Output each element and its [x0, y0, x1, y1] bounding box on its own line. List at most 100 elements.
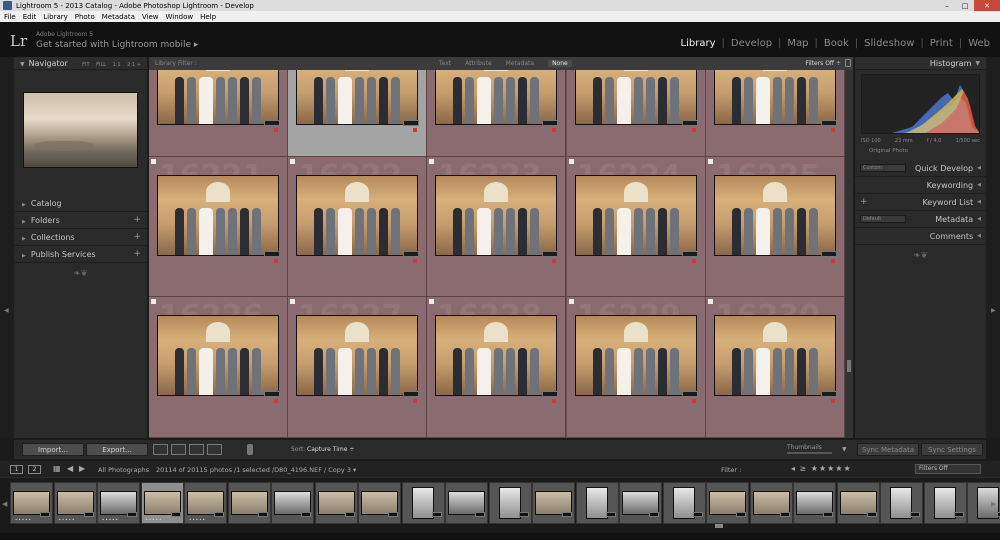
export-button[interactable]: Export... [86, 443, 148, 456]
menu-view[interactable]: View [142, 13, 159, 21]
menu-file[interactable]: File [4, 13, 16, 21]
module-map[interactable]: Map [787, 38, 808, 49]
filmstrip-thumbnail[interactable] [749, 482, 793, 524]
panel-folders[interactable]: ▶ Folders + [14, 212, 147, 229]
grid-cell[interactable]: 16226 [149, 297, 288, 438]
pick-flag-icon[interactable] [429, 159, 435, 164]
pick-flag-icon[interactable] [151, 159, 156, 164]
filmstrip-thumbnail[interactable] [271, 482, 314, 524]
zoom-fit[interactable]: FIT [82, 62, 89, 68]
loupe-view-icon[interactable] [171, 444, 186, 455]
forward-arrow-icon[interactable]: ▶ [79, 464, 85, 473]
color-label-icon[interactable] [274, 259, 278, 263]
color-label-icon[interactable] [413, 259, 418, 263]
pick-flag-icon[interactable] [151, 299, 156, 304]
filter-attribute[interactable]: Attribute [465, 60, 492, 67]
filmstrip-scroll-thumb[interactable] [715, 524, 723, 528]
menu-window[interactable]: Window [166, 13, 194, 21]
thumbnail-image[interactable] [296, 70, 419, 125]
minimize-button[interactable]: – [938, 0, 956, 11]
mobile-promo-link[interactable]: Get started with Lightroom mobile ▸ [36, 40, 198, 50]
filmstrip-thumbnail[interactable] [401, 482, 445, 524]
filmstrip-thumbnail[interactable] [706, 482, 749, 524]
grid-cell[interactable] [288, 70, 428, 157]
maximize-button[interactable]: □ [956, 0, 974, 11]
back-arrow-icon[interactable]: ◀ [67, 464, 73, 473]
filmstrip-thumbnail[interactable] [532, 482, 575, 524]
survey-view-icon[interactable] [207, 444, 222, 455]
menu-edit[interactable]: Edit [23, 13, 37, 21]
thumbnail-image[interactable] [157, 175, 279, 256]
color-label-icon[interactable] [830, 128, 835, 132]
filmstrip-left-arrow-icon[interactable]: ◀ [2, 500, 7, 508]
filmstrip-thumbnail[interactable] [793, 482, 836, 524]
thumbnail-image[interactable] [435, 315, 558, 396]
sync-metadata-button[interactable]: Sync Metadata [857, 443, 919, 456]
close-button[interactable]: ✕ [974, 0, 1000, 11]
thumbnail-image[interactable] [713, 315, 836, 396]
panel-collections[interactable]: ▶ Collections + [14, 229, 147, 246]
sync-settings-button[interactable]: Sync Settings [921, 443, 983, 456]
badge-icons[interactable] [681, 391, 698, 397]
menu-metadata[interactable]: Metadata [102, 13, 135, 21]
thumbnail-image[interactable] [435, 70, 558, 125]
badge-icons[interactable] [681, 120, 698, 126]
filmstrip-count[interactable]: 20114 of 20115 photos /1 selected /D80_4… [156, 466, 356, 474]
badge-icons[interactable] [681, 251, 698, 257]
color-label-icon[interactable] [274, 128, 278, 132]
add-folder-icon[interactable]: + [133, 215, 141, 225]
grid-cell[interactable] [149, 70, 288, 157]
filter-none[interactable]: None [548, 60, 572, 67]
module-slideshow[interactable]: Slideshow [864, 38, 914, 49]
grid-cell[interactable]: 16228 [427, 297, 567, 438]
module-web[interactable]: Web [968, 38, 990, 49]
badge-icons[interactable] [820, 251, 837, 257]
panel-comments[interactable]: Comments ◀ [855, 228, 986, 245]
navigator-header[interactable]: ▼ Navigator FIT FILL 1:1 2:1 ÷ [14, 57, 147, 70]
thumbnail-image[interactable] [713, 70, 836, 125]
filter-text[interactable]: Text [439, 60, 451, 67]
filmstrip-thumbnail[interactable] [488, 482, 532, 524]
color-label-icon[interactable] [413, 399, 418, 403]
badge-icons[interactable] [264, 251, 280, 257]
right-panel-toggle[interactable]: ▶ [986, 57, 1000, 438]
filter-metadata[interactable]: Metadata [506, 60, 534, 67]
color-label-icon[interactable] [552, 128, 557, 132]
filter-preset-select[interactable]: Filters Off ÷ [805, 60, 841, 67]
badge-icons[interactable] [403, 120, 420, 126]
grid-cell[interactable]: 16221 [149, 157, 288, 297]
badge-icons[interactable] [403, 251, 420, 257]
pick-flag-icon[interactable] [568, 299, 574, 304]
badge-icons[interactable] [264, 391, 280, 397]
pick-flag-icon[interactable] [290, 299, 296, 304]
panel-metadata[interactable]: Default Metadata ◀ [855, 211, 986, 228]
filmstrip-scrollbar[interactable] [0, 533, 1000, 540]
module-book[interactable]: Book [824, 38, 849, 49]
thumbnail-image[interactable] [574, 175, 697, 256]
grid-cell[interactable]: 16224 [566, 157, 706, 297]
panel-quick-develop[interactable]: Custom Quick Develop ◀ [855, 160, 986, 177]
pick-flag-icon[interactable] [290, 159, 296, 164]
badge-icons[interactable] [403, 391, 420, 397]
filmstrip-source[interactable]: All Photographs [98, 466, 149, 474]
filmstrip-thumbnail[interactable] [227, 482, 271, 524]
color-label-icon[interactable] [274, 399, 278, 403]
grid-cell[interactable]: 16229 [566, 297, 706, 438]
filmstrip-thumbnail[interactable]: ••••• [140, 482, 184, 524]
badge-icons[interactable] [542, 391, 559, 397]
color-label-icon[interactable] [830, 259, 835, 263]
color-label-icon[interactable] [552, 259, 557, 263]
module-print[interactable]: Print [930, 38, 953, 49]
filmstrip-thumbnail[interactable]: ••••• [184, 482, 227, 524]
grid-cell[interactable]: 16230 [705, 297, 845, 438]
filmstrip-thumbnail[interactable] [923, 482, 967, 524]
filmstrip-thumbnail[interactable] [662, 482, 706, 524]
thumbnail-image[interactable] [296, 175, 419, 256]
lock-icon[interactable] [845, 59, 851, 67]
histogram-header[interactable]: Histogram ▼ [855, 57, 986, 70]
thumbnail-image[interactable] [296, 315, 419, 396]
navigator-preview[interactable] [23, 92, 138, 168]
menu-library[interactable]: Library [43, 13, 67, 21]
grid-cell[interactable] [566, 70, 706, 157]
thumbnail-size-slider[interactable] [787, 452, 832, 454]
